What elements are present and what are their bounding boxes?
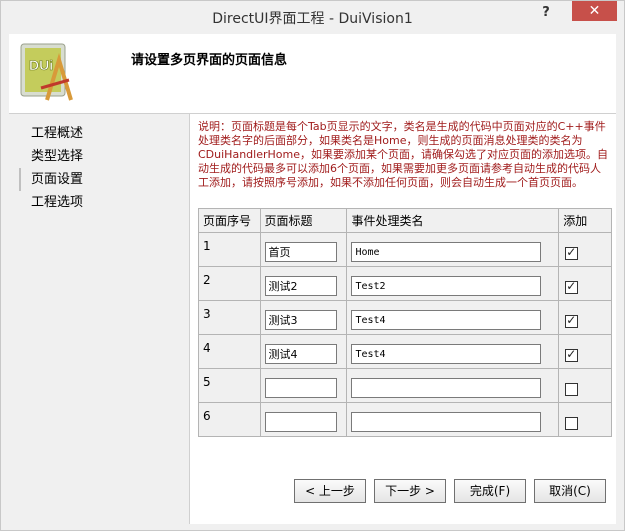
- row-index: 5: [198, 368, 261, 403]
- class-name-input[interactable]: [351, 412, 542, 432]
- row-index: 3: [198, 300, 261, 335]
- nav-item-page-settings[interactable]: 页面设置: [19, 168, 171, 191]
- add-checkbox[interactable]: [565, 417, 579, 430]
- table-row: 5: [198, 368, 612, 403]
- nav-item-overview[interactable]: 工程概述: [21, 122, 171, 145]
- table-row: 4: [198, 334, 612, 369]
- page-title-input[interactable]: [264, 378, 337, 398]
- add-checkbox[interactable]: [565, 347, 579, 362]
- nav-item-project-options[interactable]: 工程选项: [21, 191, 171, 214]
- page-heading: 请设置多页界面的页面信息: [131, 53, 288, 68]
- table-row: 6: [198, 402, 612, 437]
- table-row: 1: [198, 232, 612, 267]
- logo-text: DUi: [29, 57, 53, 73]
- class-name-input[interactable]: [351, 310, 542, 330]
- finish-button[interactable]: 完成(F): [454, 479, 526, 503]
- table-header-row: 页面序号 页面标题 事件处理类名 添加: [198, 208, 612, 233]
- step-nav: 工程概述 类型选择 页面设置 工程选项: [19, 122, 171, 214]
- nav-item-type-select[interactable]: 类型选择: [21, 145, 171, 168]
- duivision-logo-icon: DUi: [20, 43, 73, 101]
- class-name-input[interactable]: [351, 276, 542, 296]
- title-bar[interactable]: DirectUI界面工程 - DuiVision1 ? ✕: [1, 1, 624, 34]
- page-title-input[interactable]: [264, 310, 337, 330]
- class-name-input[interactable]: [351, 378, 542, 398]
- add-checkbox[interactable]: [565, 313, 579, 328]
- row-index: 1: [198, 232, 261, 267]
- close-button[interactable]: ✕: [572, 1, 617, 21]
- header-class: 事件处理类名: [346, 208, 560, 233]
- page-title-input[interactable]: [264, 344, 337, 364]
- wizard-content: 工程概述 类型选择 页面设置 工程选项 说明：页面标题是每个Tab页显示的文字，…: [9, 114, 616, 524]
- page-title-input[interactable]: [264, 276, 337, 296]
- add-checkbox[interactable]: [565, 245, 579, 260]
- button-bar: < 上一步 下一步 > 完成(F) 取消(C): [190, 464, 617, 504]
- row-index: 2: [198, 266, 261, 301]
- cancel-button[interactable]: 取消(C): [534, 479, 606, 503]
- page-settings-panel: 说明：页面标题是每个Tab页显示的文字，类名是生成的代码中页面对应的C++事件处…: [189, 114, 616, 524]
- wizard-window: DirectUI界面工程 - DuiVision1 ? ✕ DUi 请设置多页界…: [0, 0, 625, 531]
- table-row: 3: [198, 300, 612, 335]
- header-add: 添加: [558, 208, 612, 233]
- add-checkbox[interactable]: [565, 383, 579, 396]
- pages-table: 页面序号 页面标题 事件处理类名 添加 1 2: [198, 208, 612, 437]
- page-title-input[interactable]: [264, 242, 337, 262]
- add-checkbox[interactable]: [565, 279, 579, 294]
- header-title: 页面标题: [259, 208, 348, 233]
- page-title-input[interactable]: [264, 412, 337, 432]
- prev-button[interactable]: < 上一步: [294, 479, 366, 503]
- wizard-header: DUi 请设置多页界面的页面信息: [9, 34, 616, 114]
- header-index: 页面序号: [198, 208, 261, 233]
- table-row: 2: [198, 266, 612, 301]
- class-name-input[interactable]: [351, 344, 542, 364]
- row-index: 4: [198, 334, 261, 369]
- next-button[interactable]: 下一步 >: [374, 479, 446, 503]
- help-button[interactable]: ?: [531, 3, 561, 25]
- class-name-input[interactable]: [351, 242, 542, 262]
- row-index: 6: [198, 402, 261, 437]
- instructions-text: 说明：页面标题是每个Tab页显示的文字，类名是生成的代码中页面对应的C++事件处…: [198, 120, 608, 189]
